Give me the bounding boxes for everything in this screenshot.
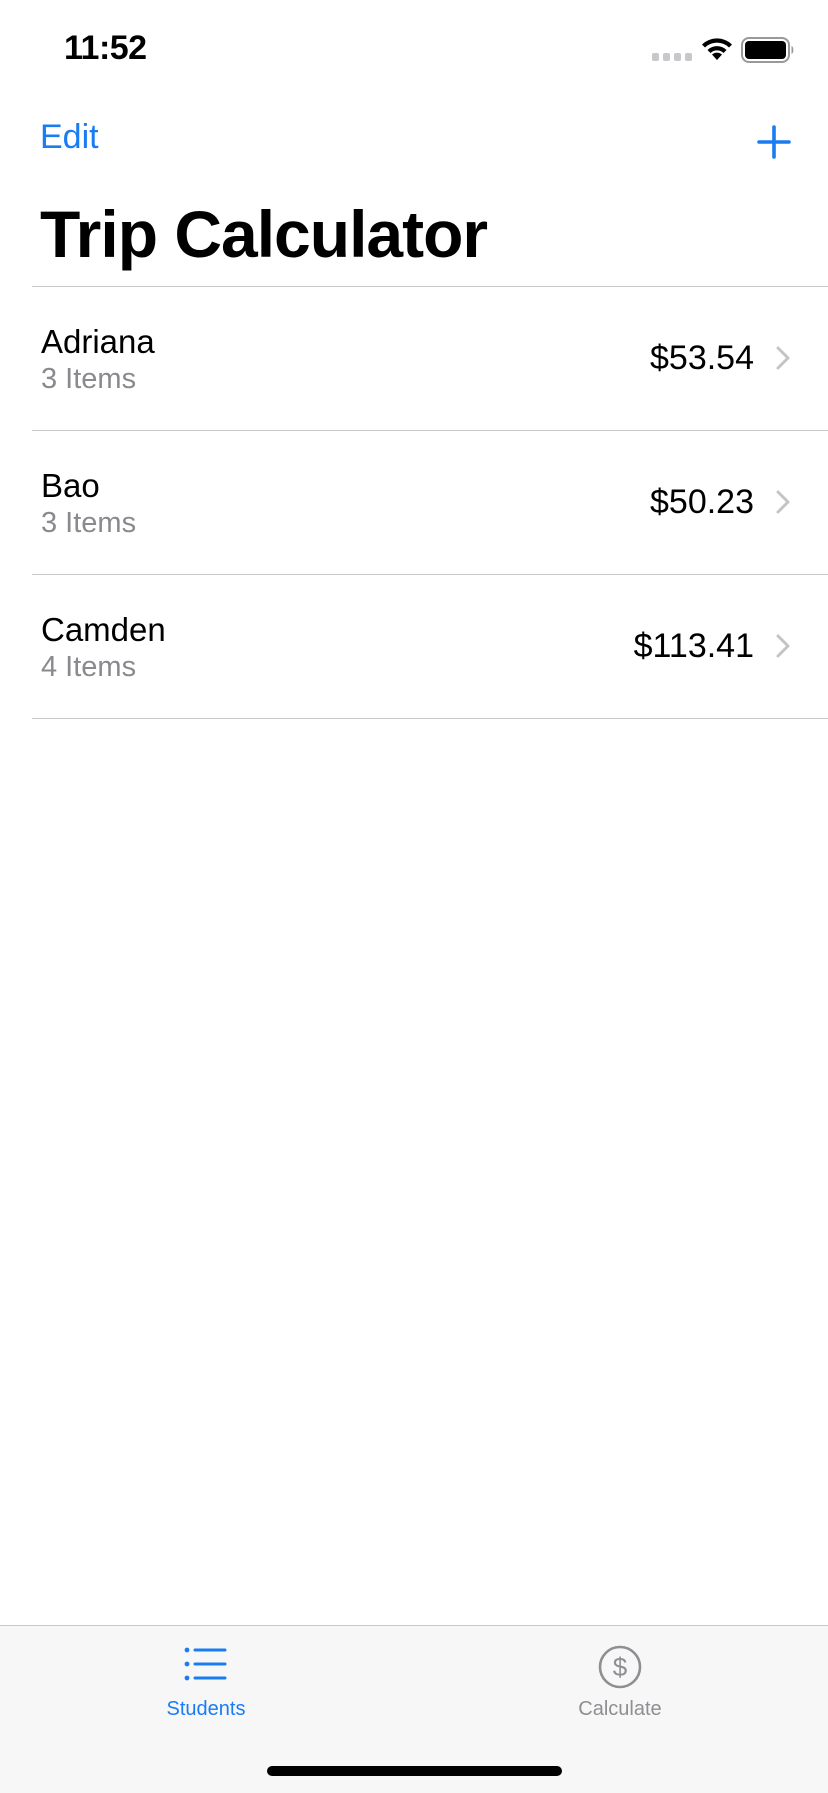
student-item-count: 4 Items [41,651,137,683]
status-bar: 11:52 [0,0,828,100]
home-indicator [267,1766,562,1776]
student-row[interactable]: Camden 4 Items $113.41 [32,575,828,719]
chevron-right-icon [776,634,790,658]
add-student-button[interactable] [754,122,794,162]
tab-calculate-label: Calculate [578,1698,662,1720]
chevron-right-icon [776,490,790,514]
student-row[interactable]: Bao 3 Items $50.23 [32,431,828,575]
edit-button[interactable]: Edit [40,118,99,157]
tab-students-label: Students [166,1698,246,1720]
wifi-icon [702,38,732,60]
student-item-count: 3 Items [41,507,137,539]
svg-text:$: $ [613,1652,628,1682]
student-amount: $113.41 [633,627,754,665]
battery-icon [741,37,794,63]
tab-calculate[interactable]: $ Calculate [520,1644,720,1721]
page-title: Trip Calculator [40,197,488,271]
student-item-count: 3 Items [41,363,137,395]
dollar-circle-icon: $ [598,1645,642,1689]
student-name: Adriana [41,323,155,360]
plus-icon [757,125,791,159]
chevron-right-icon [776,346,790,370]
student-name: Bao [41,467,100,504]
tab-students[interactable]: Students [106,1644,306,1721]
student-amount: $53.54 [650,339,754,377]
student-row[interactable]: Adriana 3 Items $53.54 [32,287,828,431]
list-icon [184,1647,227,1681]
student-amount: $50.23 [650,483,754,521]
status-time: 11:52 [64,29,147,67]
cellular-signal-icon [652,53,692,61]
student-list: Adriana 3 Items $53.54 Bao 3 Items $50.2… [32,286,828,719]
student-name: Camden [41,611,166,648]
tab-bar: Students $ Calculate [0,1625,828,1793]
